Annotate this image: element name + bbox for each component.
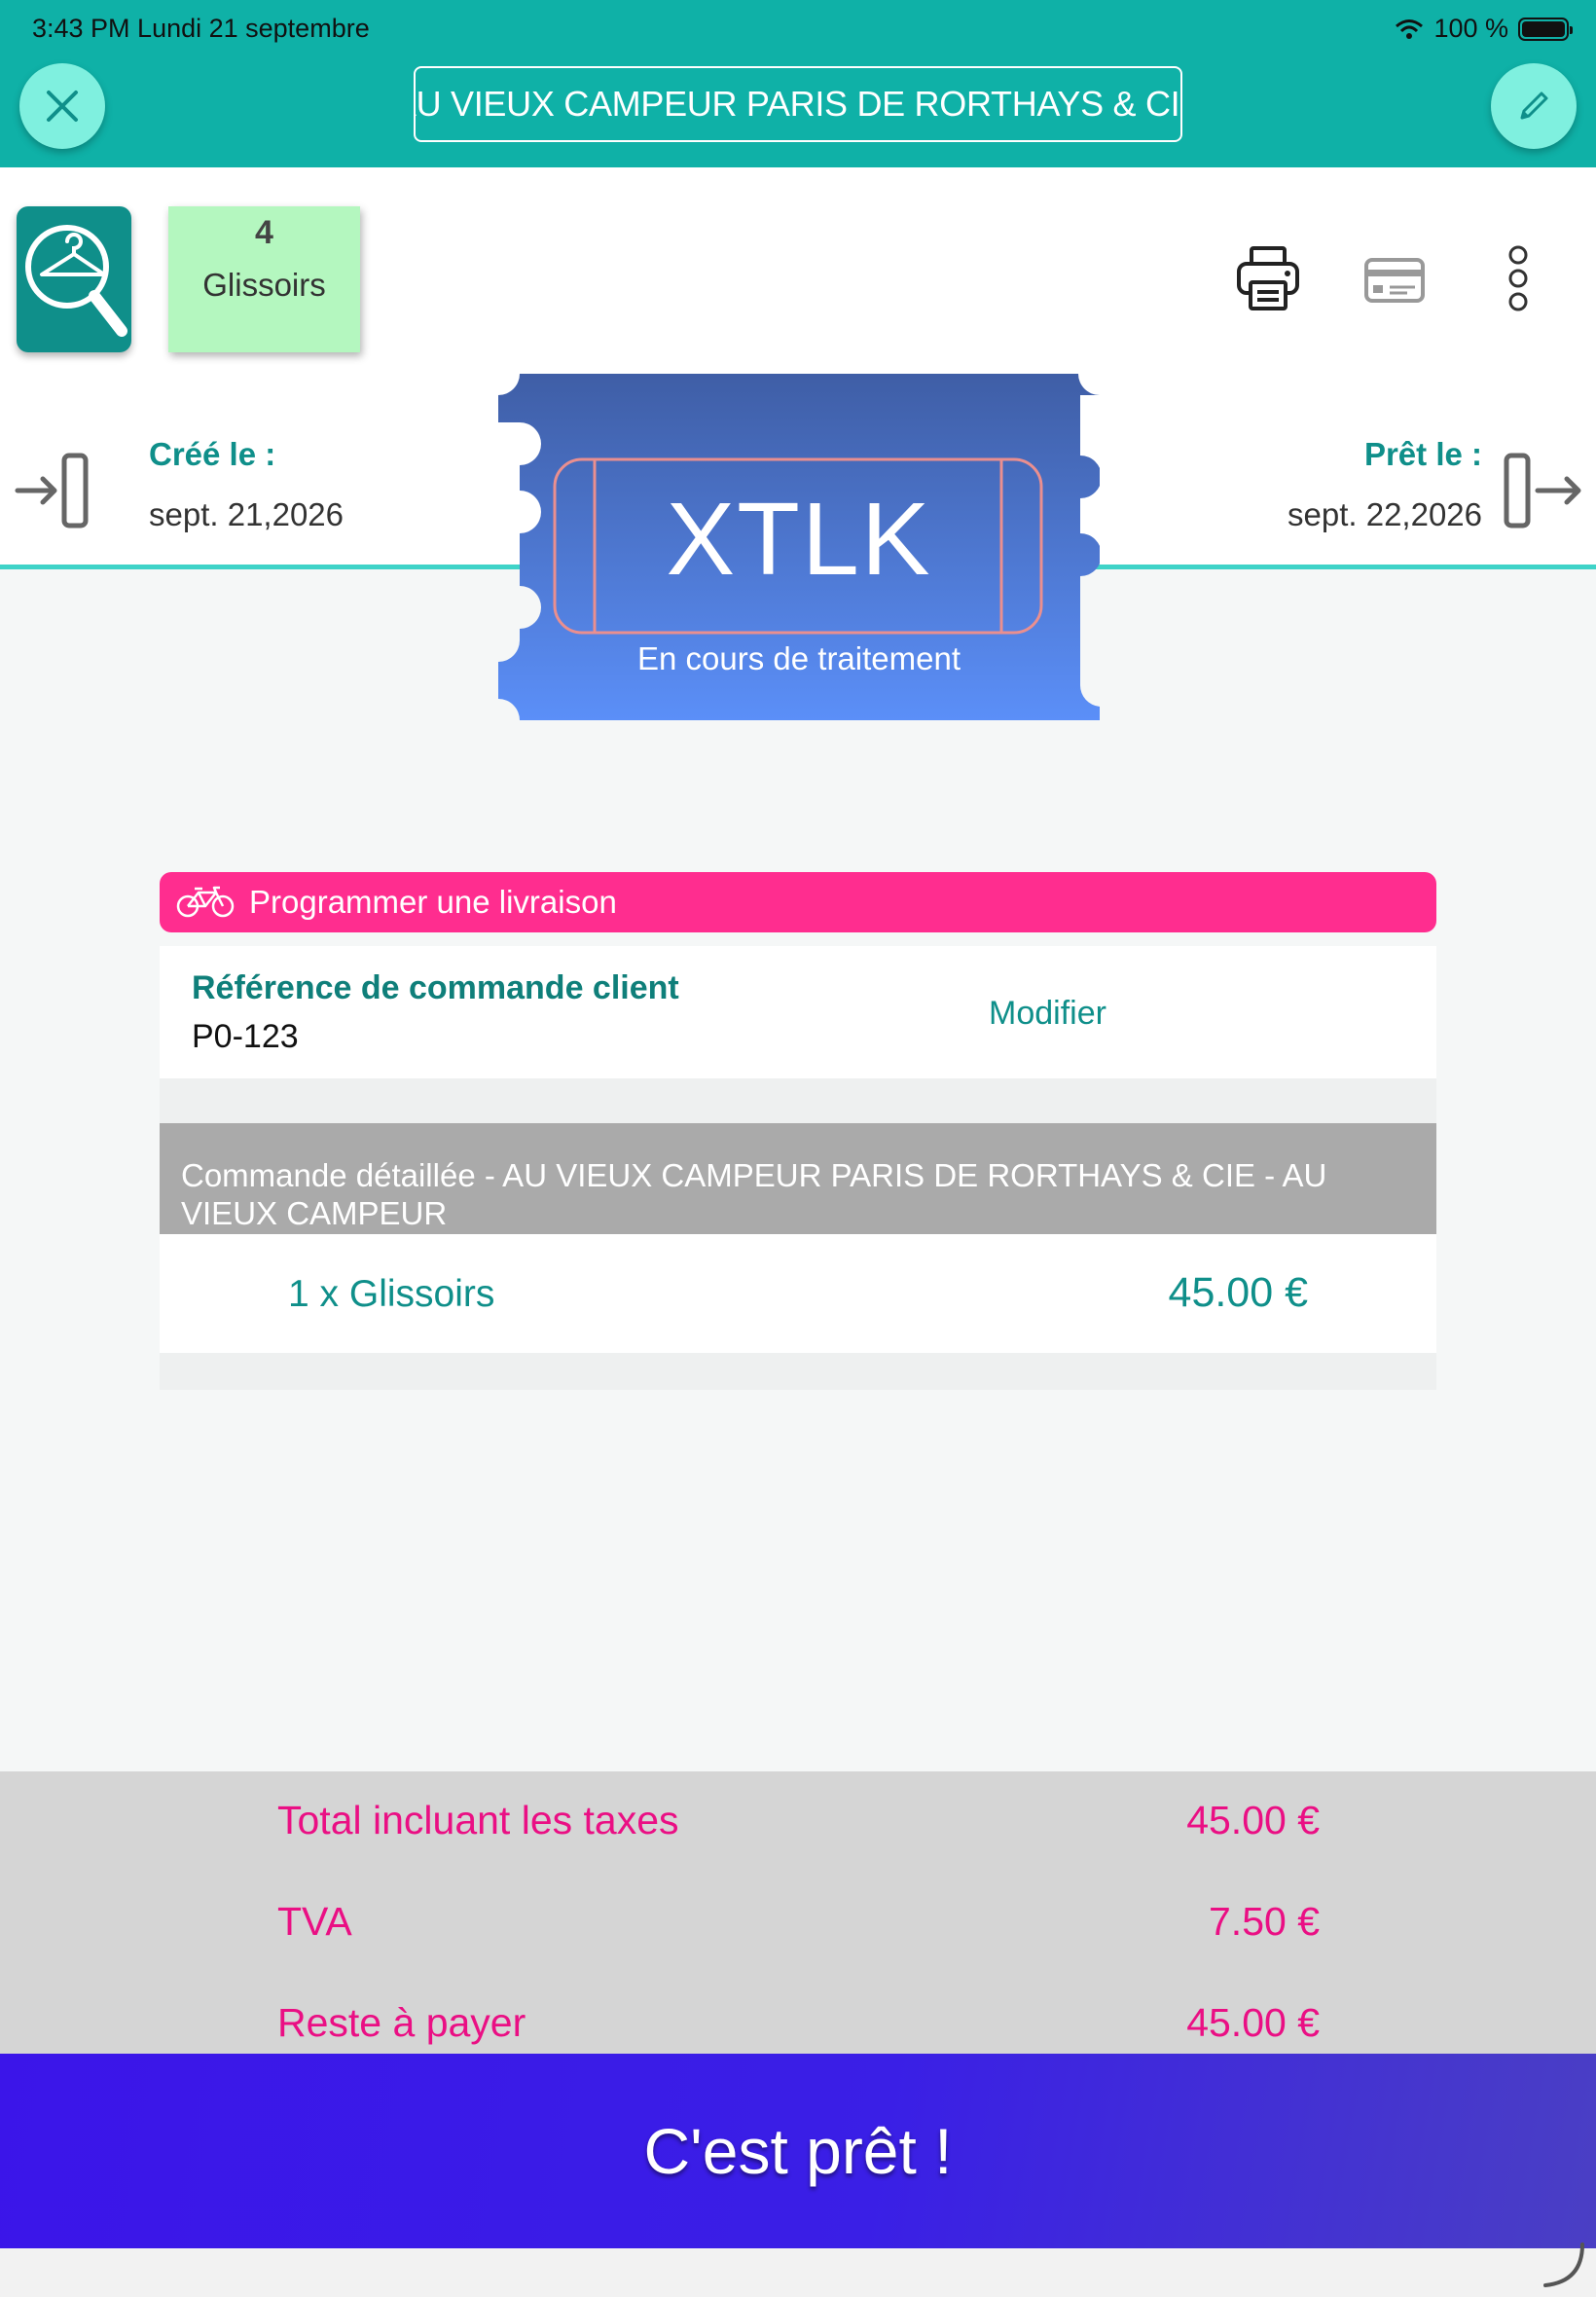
total-label: Total incluant les taxes <box>277 1798 679 1842</box>
garment-search-button[interactable] <box>17 206 131 352</box>
printer-icon <box>1237 246 1299 310</box>
payment-card-button[interactable] <box>1364 258 1425 308</box>
item-type-label: Glissoirs <box>202 267 326 303</box>
tva-label: TVA <box>277 1899 352 1944</box>
ticket-status: En cours de traitement <box>637 640 961 676</box>
status-time: 3:43 PM Lundi 21 septembre <box>32 14 370 43</box>
schedule-delivery-label: Programmer une livraison <box>249 884 617 920</box>
status-indicators: 100 % <box>1395 14 1573 44</box>
check-out-icon <box>1501 450 1582 536</box>
line-item-label: 1 x Glissoirs <box>288 1273 495 1315</box>
customer-reference-card <box>160 946 1436 1078</box>
ticket-code: XTLK <box>666 482 932 597</box>
ready-date-value[interactable]: sept. 22,2026 <box>1288 496 1482 533</box>
ready-date-label: Prêt le : <box>1363 436 1482 472</box>
order-details-footer <box>160 1353 1436 1390</box>
item-count-tile[interactable]: 4 Glissoirs <box>168 206 360 352</box>
modify-reference-link[interactable]: Modifier <box>989 995 1106 1033</box>
close-icon <box>47 91 78 122</box>
bottom-strip <box>0 2248 1596 2297</box>
close-button[interactable] <box>19 63 105 149</box>
remaining-value: 45.00 € <box>1186 2000 1320 2045</box>
mark-ready-button[interactable]: C'est prêt ! <box>0 2054 1596 2248</box>
tva-value: 7.50 € <box>1209 1899 1320 1944</box>
check-in-icon <box>14 450 95 536</box>
customer-reference-label: Référence de commande client <box>192 969 679 1006</box>
order-details-header: Commande détaillée - AU VIEUX CAMPEUR PA… <box>160 1123 1436 1234</box>
pencil-icon <box>1520 91 1548 120</box>
battery-icon <box>1518 17 1573 41</box>
battery-percentage: 100 % <box>1433 14 1508 43</box>
total-value: 45.00 € <box>1186 1798 1320 1842</box>
resize-handle-icon <box>1543 2242 1584 2287</box>
created-date-label: Créé le : <box>149 436 276 472</box>
card-icon <box>1364 258 1425 303</box>
totals-panel <box>0 1771 1596 2054</box>
hanger-search-icon <box>25 225 127 337</box>
wifi-icon <box>1396 18 1424 39</box>
client-name-field[interactable]: AU VIEUX CAMPEUR PARIS DE RORTHAYS & CIE <box>414 66 1182 142</box>
more-options-button[interactable] <box>1506 243 1530 318</box>
customer-reference-value: P0-123 <box>192 1018 299 1055</box>
mark-ready-label: C'est prêt ! <box>643 2115 953 2187</box>
printer-button[interactable] <box>1236 245 1300 316</box>
edit-button[interactable] <box>1491 63 1577 149</box>
remaining-label: Reste à payer <box>277 2000 526 2045</box>
bicycle-icon <box>176 886 235 918</box>
item-count: 4 <box>255 214 273 251</box>
more-vertical-icon <box>1508 245 1528 311</box>
section-spacer <box>160 1078 1436 1123</box>
created-date-value: sept. 21,2026 <box>149 496 344 532</box>
line-item-price: 45.00 € <box>1168 1269 1308 1316</box>
schedule-delivery-button[interactable]: Programmer une livraison <box>160 872 1436 932</box>
